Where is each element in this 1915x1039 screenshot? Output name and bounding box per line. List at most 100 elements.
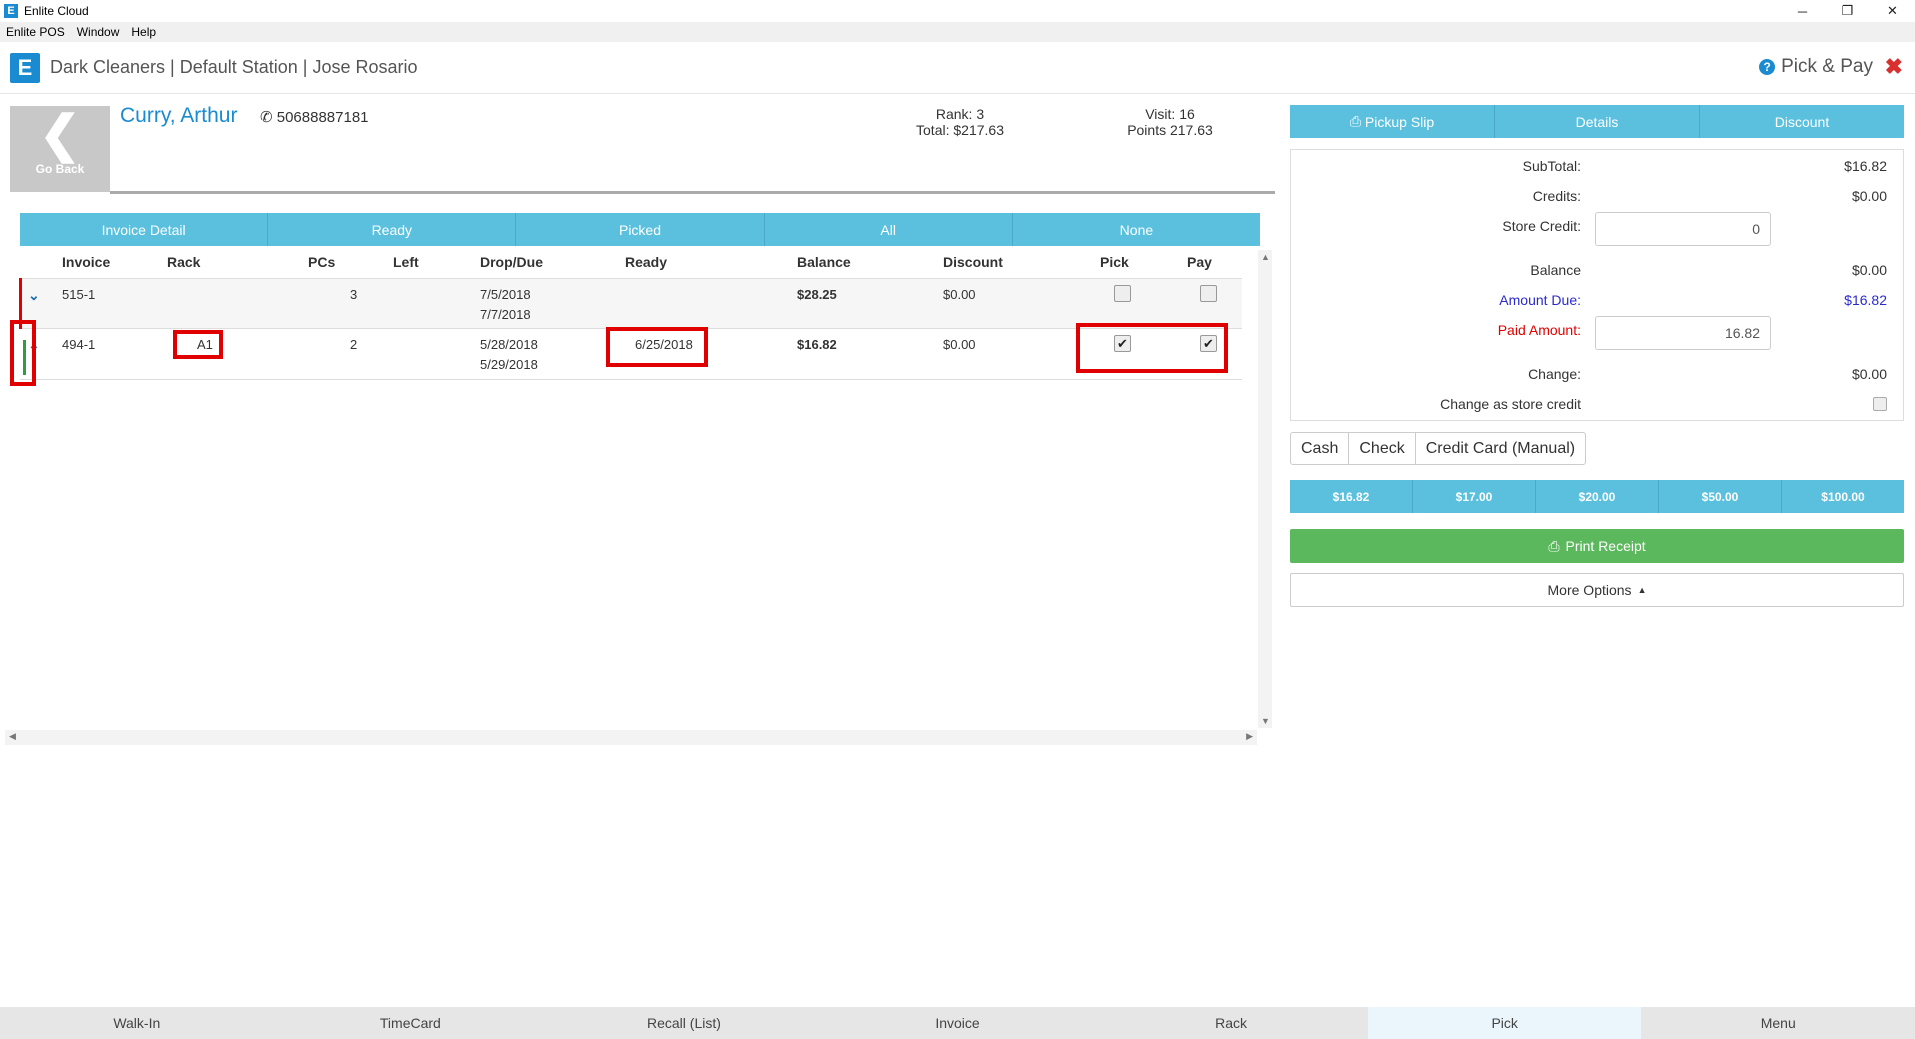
window-titlebar: E Enlite Cloud ─ ❐ ✕: [0, 0, 1915, 22]
store-credit-label: Store Credit:: [1502, 218, 1581, 234]
customer-visit-points: Visit: 16 Points 217.63: [1110, 106, 1230, 138]
nav-walk-in[interactable]: Walk-In: [0, 1007, 274, 1039]
change-value: $0.00: [1851, 366, 1887, 382]
details-button[interactable]: Details: [1495, 105, 1700, 138]
nav-pick[interactable]: Pick: [1367, 1007, 1642, 1039]
print-receipt-button[interactable]: ⎙ Print Receipt: [1290, 529, 1904, 563]
cell-due: 7/7/2018: [480, 307, 531, 322]
check-button[interactable]: Check: [1349, 433, 1416, 464]
balance-value: $0.00: [1851, 262, 1887, 278]
col-balance: Balance: [797, 254, 851, 270]
customer-phone: ✆ 50688887181: [260, 108, 369, 126]
cell-drop-due: 5/28/2018 5/29/2018: [480, 335, 538, 375]
paid-amount-input[interactable]: [1595, 316, 1771, 350]
tab-picked[interactable]: Picked: [516, 213, 765, 246]
print-icon: ⎙: [1349, 113, 1365, 129]
station-info: Dark Cleaners | Default Station | Jose R…: [50, 57, 418, 77]
enlite-logo-icon: E: [10, 52, 40, 83]
menu-bar: Enlite POS Window Help: [0, 22, 1915, 42]
pickup-slip-button[interactable]: ⎙ Pickup Slip: [1290, 105, 1495, 138]
tab-ready[interactable]: Ready: [268, 213, 517, 246]
cell-invoice: 494-1: [62, 337, 96, 352]
tab-invoice-detail[interactable]: Invoice Detail: [20, 213, 269, 246]
quick-amount-button[interactable]: $100.00: [1782, 480, 1904, 513]
nav-recall-list[interactable]: Recall (List): [547, 1007, 821, 1039]
cell-drop: 5/28/2018: [480, 337, 538, 352]
page-title-label: Pick & Pay: [1781, 56, 1873, 77]
go-back-button[interactable]: ❮ Go Back: [10, 106, 110, 192]
quick-amount-button[interactable]: $20.00: [1536, 480, 1659, 513]
go-back-label: Go Back: [35, 162, 85, 176]
table-row[interactable]: ⌄ 515-1 3 7/5/2018 7/7/2018 $28.25 $0.00: [20, 278, 1242, 329]
vertical-scrollbar[interactable]: ▲ ▼: [1258, 250, 1272, 728]
close-window-icon[interactable]: ✕: [1870, 0, 1915, 22]
highlight-box: [173, 330, 223, 359]
restore-icon[interactable]: ❐: [1825, 0, 1870, 22]
col-pay: Pay: [1187, 254, 1212, 270]
quick-amount-button[interactable]: $16.82: [1290, 480, 1413, 513]
nav-invoice[interactable]: Invoice: [821, 1007, 1095, 1039]
paid-amount-label: Paid Amount:: [1497, 322, 1581, 338]
cell-drop-due: 7/5/2018 7/7/2018: [480, 285, 531, 325]
store-credit-row: Store Credit:: [1291, 212, 1903, 248]
scroll-left-icon[interactable]: ◀: [9, 731, 16, 742]
scroll-down-icon[interactable]: ▼: [1261, 716, 1270, 726]
balance-label: Balance: [1530, 262, 1581, 278]
cash-button[interactable]: Cash: [1291, 433, 1350, 464]
table-header: Invoice Rack PCs Left Drop/Due Ready Bal…: [10, 248, 1242, 278]
help-icon[interactable]: ?: [1759, 59, 1776, 75]
credit-card-button[interactable]: Credit Card (Manual): [1416, 433, 1585, 464]
nav-rack[interactable]: Rack: [1094, 1007, 1368, 1039]
customer-rank-total: Rank: 3 Total: $217.63: [900, 106, 1020, 138]
invoice-table: Invoice Rack PCs Left Drop/Due Ready Bal…: [10, 248, 1275, 728]
more-options-label: More Options: [1547, 582, 1632, 598]
nav-menu[interactable]: Menu: [1641, 1007, 1915, 1039]
pay-checkbox[interactable]: [1200, 285, 1217, 302]
col-left: Left: [393, 254, 419, 270]
paid-amount-row: Paid Amount:: [1291, 316, 1903, 352]
tab-all[interactable]: All: [765, 213, 1013, 246]
menu-help[interactable]: Help: [125, 25, 162, 39]
col-drop-due: Drop/Due: [480, 254, 543, 270]
highlight-box: [1076, 323, 1228, 373]
chevron-down-icon[interactable]: ⌄: [28, 287, 40, 304]
tab-none[interactable]: None: [1013, 213, 1260, 246]
quick-amount-button[interactable]: $50.00: [1659, 480, 1782, 513]
window-controls: ─ ❐ ✕: [1780, 0, 1915, 22]
quick-amount-button[interactable]: $17.00: [1413, 480, 1536, 513]
cell-pcs: 3: [350, 287, 358, 302]
cell-due: 5/29/2018: [480, 357, 538, 372]
customer-visit: Visit: 16: [1145, 106, 1195, 122]
scroll-up-icon[interactable]: ▲: [1261, 252, 1270, 262]
discount-button[interactable]: Discount: [1700, 105, 1904, 138]
cell-balance: $28.25: [797, 287, 837, 302]
payment-methods: Cash Check Credit Card (Manual): [1290, 432, 1587, 465]
subtotal-label: SubTotal:: [1522, 158, 1581, 174]
page-title: ? Pick & Pay: [1759, 56, 1873, 78]
menu-window[interactable]: Window: [71, 25, 126, 39]
minimize-icon[interactable]: ─: [1780, 0, 1825, 22]
col-rack: Rack: [167, 254, 201, 270]
horizontal-scrollbar[interactable]: ◀ ▶: [5, 730, 1257, 745]
customer-name[interactable]: Curry, Arthur: [120, 104, 237, 128]
pick-checkbox[interactable]: [1114, 285, 1131, 302]
customer-rank: Rank: 3: [935, 106, 985, 122]
cell-drop: 7/5/2018: [480, 287, 531, 302]
credits-value: $0.00: [1851, 188, 1887, 204]
bottom-nav: Walk-In TimeCard Recall (List) Invoice R…: [0, 1007, 1915, 1039]
change-store-credit-checkbox[interactable]: [1873, 397, 1887, 411]
close-page-icon[interactable]: ✖: [1885, 54, 1903, 80]
app-icon: E: [4, 4, 18, 18]
store-credit-input[interactable]: [1595, 212, 1771, 246]
cell-discount: $0.00: [943, 287, 976, 302]
phone-icon: ✆: [260, 109, 273, 126]
scroll-right-icon[interactable]: ▶: [1246, 731, 1253, 742]
col-pick: Pick: [1100, 254, 1129, 270]
nav-timecard[interactable]: TimeCard: [274, 1007, 548, 1039]
more-options-button[interactable]: More Options ▲: [1290, 573, 1904, 607]
window-title: Enlite Cloud: [24, 4, 89, 18]
credits-label: Credits:: [1532, 188, 1581, 204]
amount-due-value: $16.82: [1844, 292, 1887, 308]
menu-enlite-pos[interactable]: Enlite POS: [0, 25, 71, 39]
cell-pcs: 2: [350, 337, 358, 352]
